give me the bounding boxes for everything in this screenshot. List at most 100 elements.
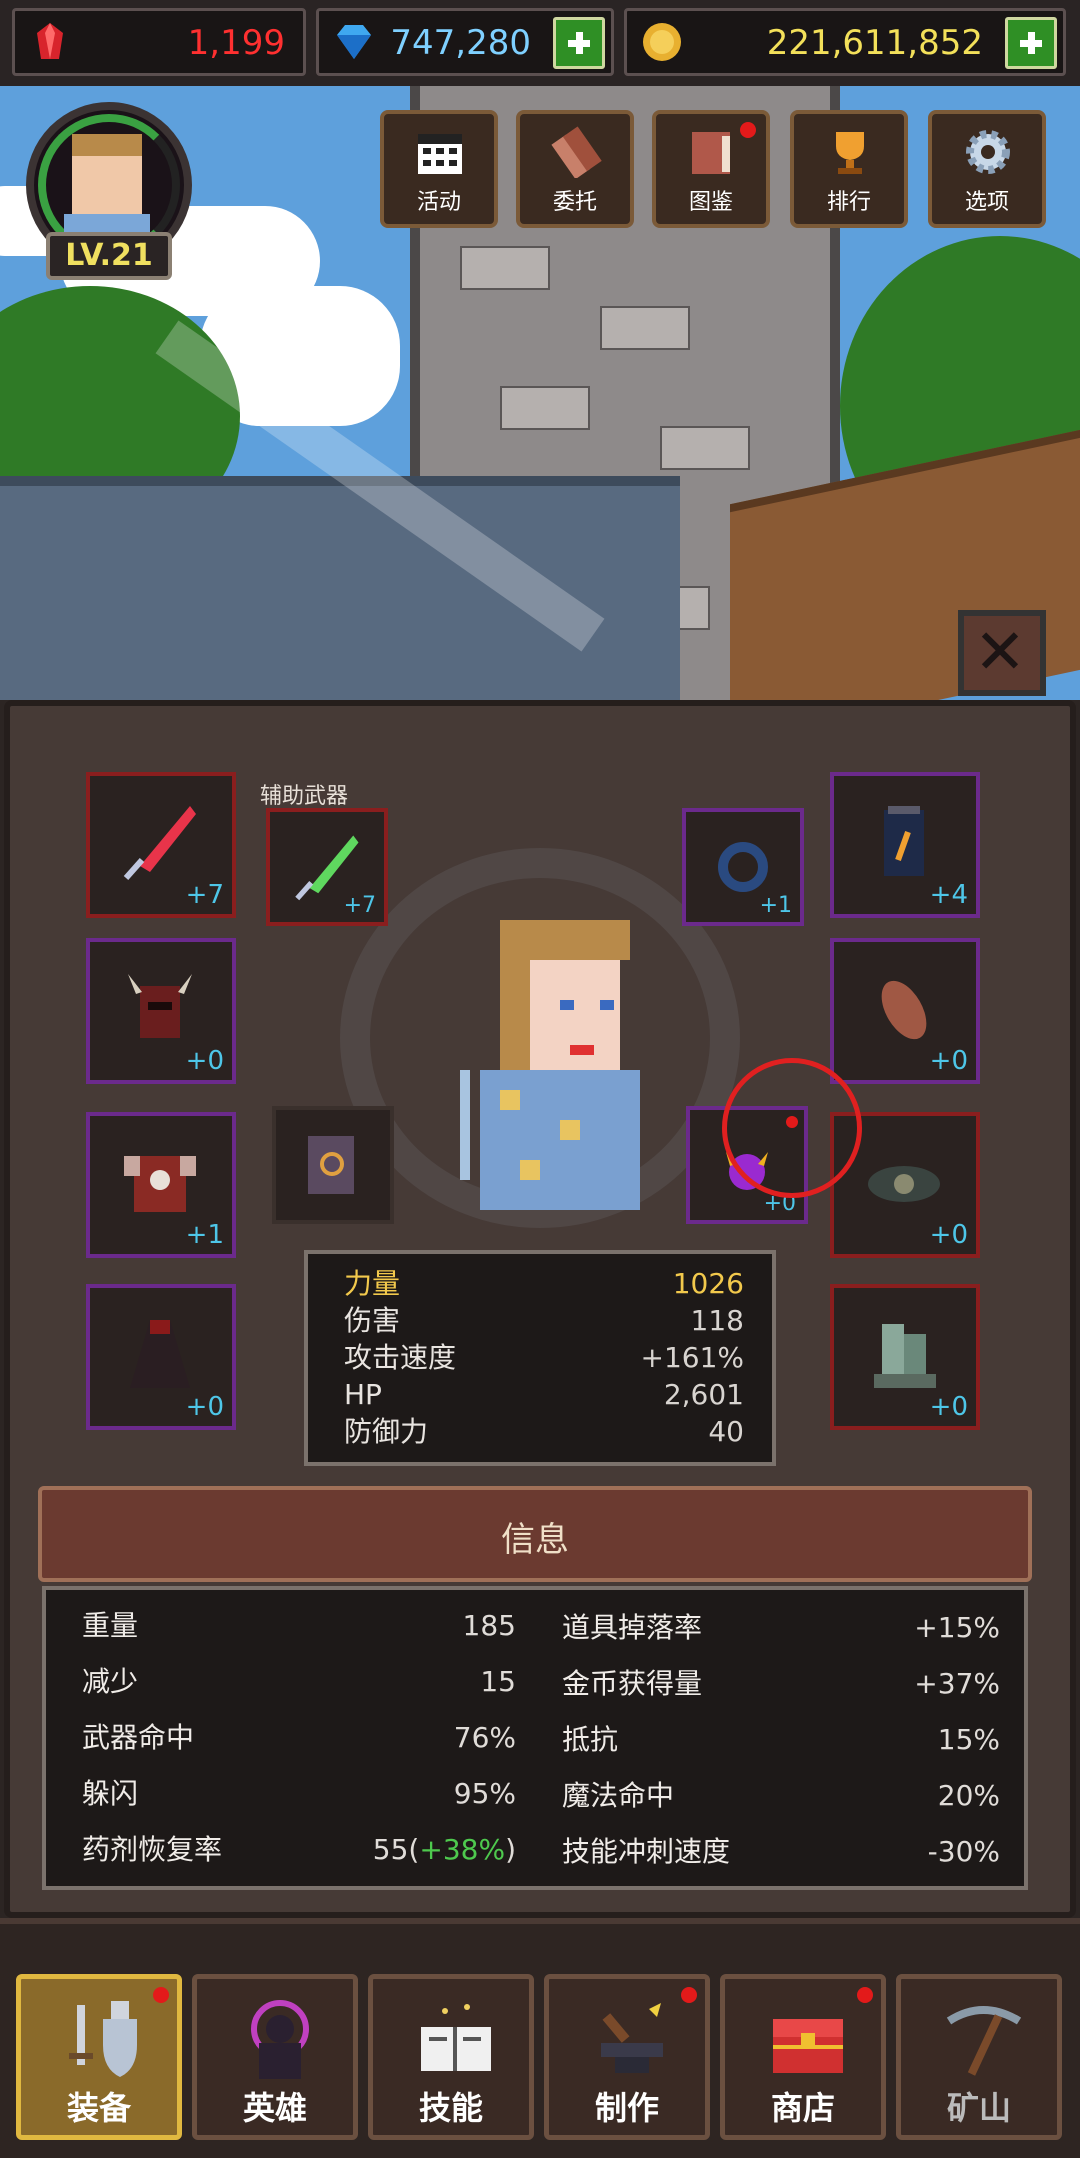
slot-main-weapon[interactable]: +7 — [86, 772, 236, 918]
hero-stats-box: 力量 1026 伤害 118 攻击速度 +161% HP 2,601 防御力 40 — [304, 1250, 776, 1466]
notification-dot — [153, 1987, 169, 2003]
pickaxe-icon — [946, 2006, 1022, 2076]
slot-level: +1 — [185, 1220, 224, 1250]
hero-icon — [251, 2000, 309, 2079]
info-row: 减少 15 — [82, 1665, 516, 1698]
leather-glove-icon — [881, 980, 927, 1040]
calendar-icon — [418, 134, 462, 174]
info-row: 道具掉落率 +15% — [562, 1611, 1000, 1644]
notification-dot — [681, 1987, 697, 2003]
info-row: 魔法命中 20% — [562, 1779, 1000, 1812]
dark-ring-icon — [718, 842, 768, 892]
info-row: 躲闪 95% — [82, 1777, 516, 1810]
bottom-nav: 装备 英雄 技能 制作 商店 矿山 — [0, 1918, 1080, 2158]
aux-weapon-label: 辅助武器 — [260, 784, 349, 809]
slot-level: +1 — [759, 893, 792, 918]
tap-indicator — [722, 1058, 862, 1198]
slot-level: +4 — [929, 880, 968, 910]
stone-wall — [0, 476, 680, 700]
gem-counter: 747,280 — [316, 8, 614, 76]
chest-armor-icon — [124, 1156, 196, 1212]
menu-events-button[interactable]: 活动 — [380, 110, 498, 228]
skill-book-icon — [421, 2004, 491, 2071]
notification-dot — [857, 1987, 873, 2003]
close-icon: ✕ — [974, 615, 1026, 688]
slot-level: +0 — [185, 1392, 224, 1422]
dark-cloak-icon — [130, 1320, 190, 1388]
nav-hero-button[interactable]: 英雄 — [192, 1974, 358, 2140]
add-gems-button[interactable] — [553, 17, 605, 69]
scroll-icon — [551, 126, 602, 178]
slot-potion[interactable]: +4 — [830, 772, 980, 918]
nav-skills-label: 技能 — [418, 2089, 483, 2127]
horned-helmet-icon — [128, 974, 192, 1038]
gold-coin-icon — [643, 23, 681, 61]
nav-mine-label: 矿山 — [946, 2089, 1011, 2127]
slot-aux-weapon[interactable]: +7 — [266, 808, 388, 926]
slot-ring[interactable]: +1 — [682, 808, 804, 926]
nav-mine-button[interactable]: 矿山 — [896, 1974, 1062, 2140]
ruby-counter: 1,199 — [12, 8, 306, 76]
resource-bar: 1,199 747,280 221,611,852 — [0, 0, 1080, 86]
info-row: 武器命中 76% — [82, 1721, 516, 1754]
spellbook-icon — [308, 1136, 354, 1194]
gear-icon — [966, 130, 1010, 174]
menu-codex-button[interactable]: 图鉴 — [652, 110, 770, 228]
nav-hero-label: 英雄 — [242, 2089, 307, 2127]
stat-row-hp: HP 2,601 — [344, 1378, 744, 1411]
info-row: 药剂恢复率 55(+38%) — [82, 1833, 516, 1866]
slot-level: +0 — [929, 1046, 968, 1076]
menu-events-label: 活动 — [416, 190, 461, 215]
info-row: 抵抗 15% — [562, 1723, 1000, 1756]
slot-level: +7 — [185, 880, 224, 910]
potion-jar-icon — [884, 806, 924, 876]
menu-options-button[interactable]: 选项 — [928, 110, 1046, 228]
ruby-icon — [37, 23, 63, 59]
info-panel: 重量 185 减少 15 武器命中 76% 躲闪 95% 药剂恢复率 55(+38%) 道… — [42, 1586, 1028, 1890]
info-header[interactable]: 信息 — [38, 1486, 1032, 1582]
treasure-chest-icon — [773, 2019, 843, 2073]
player-level-badge: LV.21 — [46, 232, 172, 280]
nav-shop-label: 商店 — [770, 2089, 835, 2127]
slot-helmet[interactable]: +0 — [86, 938, 236, 1084]
menu-ranking-button[interactable]: 排行 — [790, 110, 908, 228]
nav-equipment-label: 装备 — [66, 2089, 131, 2127]
nav-skills-button[interactable]: 技能 — [368, 1974, 534, 2140]
gold-count: 221,611,852 — [766, 23, 983, 63]
gem-count: 747,280 — [390, 23, 531, 63]
notification-dot — [740, 122, 756, 138]
trophy-icon — [836, 132, 864, 174]
anvil-icon — [601, 2003, 663, 2073]
slot-boots[interactable]: +0 — [830, 1284, 980, 1430]
stat-row-strength: 力量 1026 — [344, 1267, 744, 1300]
nav-shop-button[interactable]: 商店 — [720, 1974, 886, 2140]
stat-row-attack-speed: 攻击速度 +161% — [344, 1341, 744, 1374]
boots-icon — [874, 1324, 936, 1388]
diamond-icon — [337, 25, 371, 59]
slot-spellbook[interactable] — [272, 1106, 394, 1224]
gold-counter: 221,611,852 — [624, 8, 1066, 76]
eye-amulet-icon — [868, 1166, 940, 1202]
nav-crafting-button[interactable]: 制作 — [544, 1974, 710, 2140]
nav-equipment-button[interactable]: 装备 — [16, 1974, 182, 2140]
menu-codex-label: 图鉴 — [688, 190, 733, 215]
green-feather-sword-icon — [295, 835, 359, 901]
slot-armor[interactable]: +1 — [86, 1112, 236, 1258]
menu-quests-label: 委托 — [552, 190, 597, 215]
red-feather-sword-icon — [123, 806, 196, 880]
stat-row-damage: 伤害 118 — [344, 1304, 744, 1337]
book-icon — [692, 132, 730, 174]
menu-quests-button[interactable]: 委托 — [516, 110, 634, 228]
slot-cloak[interactable]: +0 — [86, 1284, 236, 1430]
slot-level: +0 — [185, 1046, 224, 1076]
info-title: 信息 — [501, 1520, 569, 1560]
add-gold-button[interactable] — [1005, 17, 1057, 69]
slot-level: +0 — [929, 1392, 968, 1422]
close-button[interactable]: ✕ — [958, 610, 1046, 696]
slot-gloves[interactable]: +0 — [830, 938, 980, 1084]
slot-level: +7 — [343, 893, 376, 918]
nav-crafting-label: 制作 — [594, 2089, 659, 2127]
slot-level: +0 — [929, 1220, 968, 1250]
equipment-icon — [69, 2001, 137, 2077]
hero-sprite[interactable] — [460, 920, 650, 1220]
